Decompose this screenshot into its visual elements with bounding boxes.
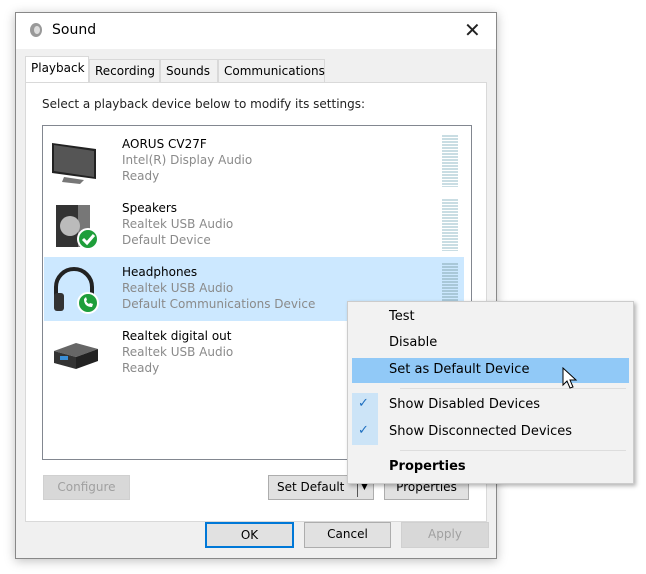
device-driver: Realtek USB Audio [122,281,234,295]
apply-button[interactable]: Apply [401,522,489,548]
device-driver: Intel(R) Display Audio [122,153,253,167]
speaker-icon [30,23,42,37]
volume-meter [442,135,458,187]
menu-item-disable[interactable]: Disable [389,335,437,350]
ok-button[interactable]: OK [205,522,294,548]
menu-item-properties[interactable]: Properties [389,459,466,474]
checkmark-badge-icon [77,228,99,250]
device-name: AORUS CV27F [122,137,207,151]
digital-out-icon [54,343,98,369]
speaker-device-icon [56,205,99,250]
menu-item-show-disabled-devices[interactable]: Show Disabled Devices [389,397,540,412]
menu-item-test[interactable]: Test [389,309,415,324]
device-row-aorus[interactable]: AORUS CV27F Intel(R) Display Audio Ready [44,129,464,193]
menu-item-show-disconnected-devices[interactable]: Show Disconnected Devices [389,424,572,439]
checkmark-icon: ✓ [358,423,369,438]
tab-communications[interactable]: Communications [218,59,325,83]
device-status: Default Device [122,233,211,247]
tab-playback[interactable]: Playback [25,56,89,84]
headphones-icon [54,267,99,314]
window-title: Sound [52,22,97,38]
set-default-label: Set Default [277,480,345,494]
menu-item-set-as-default-device[interactable]: Set as Default Device [389,362,529,377]
tab-recording[interactable]: Recording [89,59,160,83]
close-icon[interactable]: ✕ [464,18,481,42]
mouse-cursor-icon [562,367,578,389]
context-menu: Test Disable Set as Default Device ✓ Sho… [347,301,634,484]
device-row-speakers[interactable]: Speakers Realtek USB Audio Default Devic… [44,193,464,257]
device-driver: Realtek USB Audio [122,345,234,359]
device-driver: Realtek USB Audio [122,217,234,231]
device-name: Speakers [122,201,178,215]
device-status: Ready [122,169,160,183]
title-bar: Sound ✕ [16,13,496,49]
cancel-button[interactable]: Cancel [304,522,391,548]
device-name: Realtek digital out [122,329,232,343]
monitor-icon [52,143,96,184]
phone-badge-icon [77,292,99,314]
instruction-text: Select a playback device below to modify… [42,97,366,111]
device-status: Default Communications Device [122,297,316,311]
checkmark-icon: ✓ [358,396,369,411]
configure-button[interactable]: Configure [43,475,130,500]
menu-separator [400,450,626,451]
device-status: Ready [122,361,160,375]
device-name: Headphones [122,265,198,279]
volume-meter [442,199,458,251]
tab-sounds[interactable]: Sounds [160,59,218,83]
menu-separator [400,388,626,389]
